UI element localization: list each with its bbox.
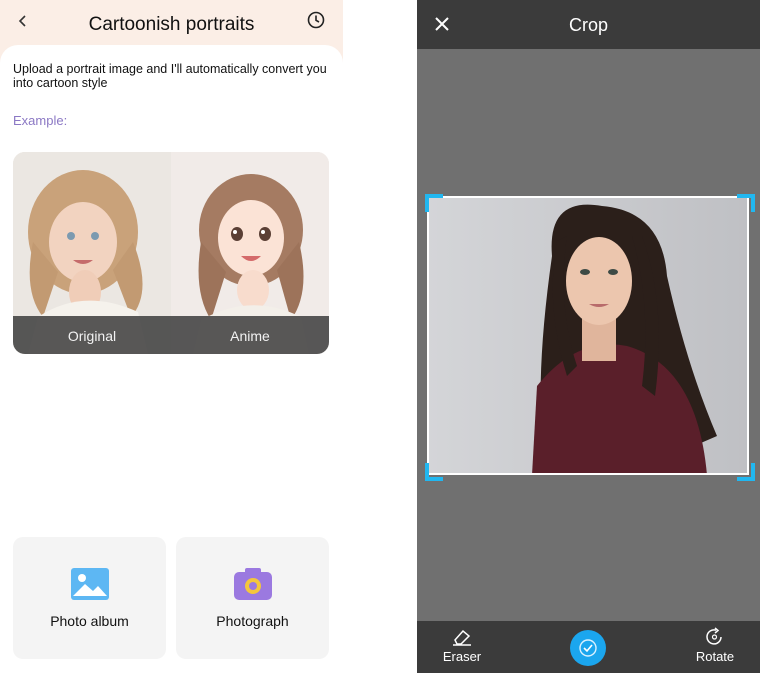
crop-handle-bottom-left[interactable] [425, 463, 443, 481]
crop-title: Crop [568, 15, 608, 35]
cartoon-portraits-screen: Cartoonish portraits Upload a portrait i… [0, 0, 343, 673]
image-icon [71, 568, 109, 600]
crop-handle-top-right[interactable] [737, 194, 755, 212]
page-title: Cartoonish portraits [88, 14, 255, 35]
crop-screen: Crop Eraser Rotate [417, 0, 760, 673]
rotate-label: Rotate [695, 649, 735, 664]
photograph-label: Photograph [216, 613, 289, 629]
camera-icon [234, 568, 272, 600]
crop-handle-top-left[interactable] [425, 194, 443, 212]
rotate-icon [706, 627, 722, 645]
photograph-button[interactable]: Photograph [176, 537, 329, 659]
crop-handle-bottom-right[interactable] [737, 463, 755, 481]
crop-frame [427, 196, 749, 475]
check-icon [579, 639, 597, 657]
anime-caption: Anime [230, 328, 270, 344]
description-text: Upload a portrait image and I'll automat… [13, 62, 327, 90]
confirm-button[interactable] [570, 630, 606, 666]
eraser-button[interactable]: Eraser [432, 627, 492, 664]
eraser-icon [453, 629, 471, 646]
photo-album-label: Photo album [50, 613, 129, 629]
eraser-label: Eraser [442, 649, 482, 664]
original-caption: Original [67, 328, 117, 344]
photo-album-button[interactable]: Photo album [13, 537, 166, 659]
rotate-button[interactable]: Rotate [685, 627, 745, 664]
example-comparison: Original Anime [13, 152, 329, 354]
example-label: Example: [13, 113, 68, 128]
history-button[interactable] [305, 9, 327, 31]
clock-icon [307, 11, 325, 29]
